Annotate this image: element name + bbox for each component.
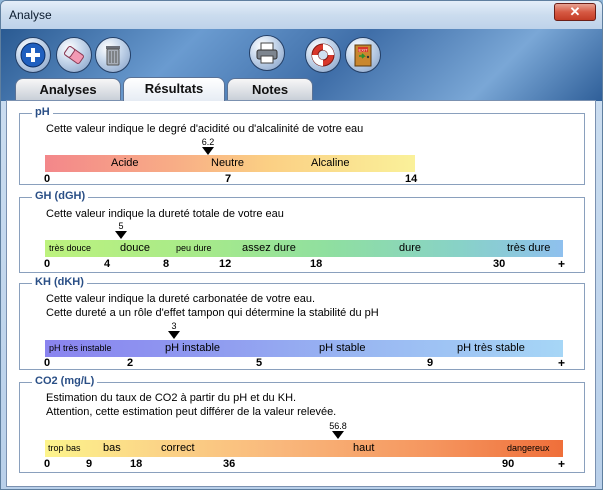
kh-tick: 2 bbox=[127, 357, 134, 369]
ph-title: pH bbox=[32, 106, 53, 118]
co2-description-line2: Attention, cette estimation peut différe… bbox=[46, 406, 337, 418]
gh-segment-tres-douce: très douce bbox=[49, 243, 92, 253]
tab-notes[interactable]: Notes bbox=[227, 78, 313, 100]
co2-segment-correct: correct bbox=[161, 442, 195, 454]
co2-tick-plus: + bbox=[558, 457, 566, 471]
gh-scale-bar: très douce douce peu dure assez dure dur… bbox=[45, 240, 563, 257]
co2-segment-haut: haut bbox=[353, 442, 375, 454]
kh-segment-instable: pH instable bbox=[165, 342, 221, 354]
co2-tick: 36 bbox=[223, 458, 236, 470]
tab-label: Notes bbox=[251, 82, 289, 97]
analyse-window: Analyse ✕ EXIT Analyses Résultats Notes bbox=[0, 0, 603, 490]
print-button[interactable] bbox=[249, 35, 285, 71]
ph-segment-neutre: Neutre bbox=[211, 157, 245, 169]
tab-label: Résultats bbox=[144, 81, 204, 96]
tab-analyses[interactable]: Analyses bbox=[15, 78, 121, 100]
help-button[interactable] bbox=[305, 37, 341, 73]
erase-button[interactable] bbox=[56, 37, 92, 73]
kh-segment-stable: pH stable bbox=[319, 342, 366, 354]
gh-tick: 4 bbox=[104, 258, 111, 270]
gh-tick: 30 bbox=[493, 258, 506, 270]
kh-tick: 5 bbox=[256, 357, 263, 369]
gh-value-label: 5 bbox=[118, 221, 124, 231]
kh-segment-tres-instable: pH très instable bbox=[49, 343, 112, 353]
plus-icon bbox=[20, 42, 46, 68]
exit-door-icon: EXIT bbox=[354, 44, 372, 67]
kh-scale-bar: pH très instable pH instable pH stable p… bbox=[45, 340, 563, 357]
tab-label: Analyses bbox=[39, 82, 97, 97]
kh-value-label: 3 bbox=[171, 321, 177, 331]
co2-title: CO2 (mg/L) bbox=[32, 375, 98, 387]
eraser-icon bbox=[64, 46, 84, 64]
gh-segment-tres-dure: très dure bbox=[507, 242, 551, 254]
co2-segment-bas: bas bbox=[103, 442, 121, 454]
gh-tick: 8 bbox=[163, 258, 170, 270]
co2-tick: 90 bbox=[502, 458, 515, 470]
tab-resultats[interactable]: Résultats bbox=[123, 77, 225, 101]
results-panel: pH Cette valeur indique le degré d'acidi… bbox=[6, 100, 596, 487]
ph-tick: 7 bbox=[225, 173, 232, 185]
kh-tick: 0 bbox=[44, 357, 51, 369]
add-button[interactable] bbox=[15, 37, 51, 73]
ph-tick: 0 bbox=[44, 173, 51, 185]
co2-segment-trop-bas: trop bas bbox=[48, 443, 81, 453]
co2-tick: 0 bbox=[44, 458, 51, 470]
co2-description-line1: Estimation du taux de CO2 à partir du pH… bbox=[46, 392, 297, 404]
kh-segment-tres-stable: pH très stable bbox=[457, 342, 525, 354]
gh-segment-assez-dure: assez dure bbox=[242, 242, 296, 254]
close-button[interactable]: ✕ bbox=[554, 3, 596, 21]
co2-marker-icon bbox=[332, 431, 344, 439]
trash-icon bbox=[106, 46, 120, 66]
kh-description-line1: Cette valeur indique la dureté carbonaté… bbox=[46, 293, 316, 305]
kh-marker-icon bbox=[168, 331, 180, 339]
ph-tick: 14 bbox=[405, 173, 418, 185]
gh-segment-peu-dure: peu dure bbox=[176, 243, 212, 253]
lifebuoy-icon bbox=[311, 43, 335, 67]
window-title: Analyse bbox=[9, 8, 52, 22]
co2-value-label: 56.8 bbox=[329, 421, 347, 431]
gh-tick: 18 bbox=[310, 258, 323, 270]
gh-tick: 0 bbox=[44, 258, 51, 270]
gh-segment-douce: douce bbox=[120, 242, 150, 254]
ph-scale-bar: Acide Neutre Alcaline bbox=[45, 155, 415, 172]
ph-description: Cette valeur indique le degré d'acidité … bbox=[46, 123, 364, 135]
close-icon: ✕ bbox=[569, 4, 581, 19]
ph-segment-acide: Acide bbox=[111, 157, 139, 169]
gh-segment-dure: dure bbox=[399, 242, 422, 254]
gh-title: GH (dGH) bbox=[32, 190, 89, 202]
kh-tick-plus: + bbox=[558, 356, 566, 370]
printer-icon bbox=[256, 42, 278, 64]
exit-label: EXIT bbox=[359, 48, 368, 53]
kh-tick: 9 bbox=[427, 357, 434, 369]
ph-segment-alcaline: Alcaline bbox=[311, 157, 350, 169]
co2-scale-bar: trop bas bas correct haut dangereux bbox=[45, 440, 563, 457]
ph-value-label: 6.2 bbox=[201, 137, 215, 147]
gh-marker-icon bbox=[115, 231, 127, 239]
co2-tick: 18 bbox=[130, 458, 143, 470]
title-bar[interactable]: Analyse ✕ bbox=[1, 1, 602, 29]
kh-description-line2: Cette dureté a un rôle d'effet tampon qu… bbox=[46, 307, 379, 319]
gh-description: Cette valeur indique la dureté totale de… bbox=[46, 208, 284, 220]
exit-button[interactable]: EXIT bbox=[345, 37, 381, 73]
ph-marker-icon bbox=[202, 147, 214, 155]
kh-title: KH (dKH) bbox=[32, 276, 87, 288]
co2-tick: 9 bbox=[86, 458, 93, 470]
delete-button[interactable] bbox=[95, 37, 131, 73]
co2-segment-dangereux: dangereux bbox=[507, 443, 550, 453]
gh-tick-plus: + bbox=[558, 257, 566, 271]
gh-tick: 12 bbox=[219, 258, 232, 270]
